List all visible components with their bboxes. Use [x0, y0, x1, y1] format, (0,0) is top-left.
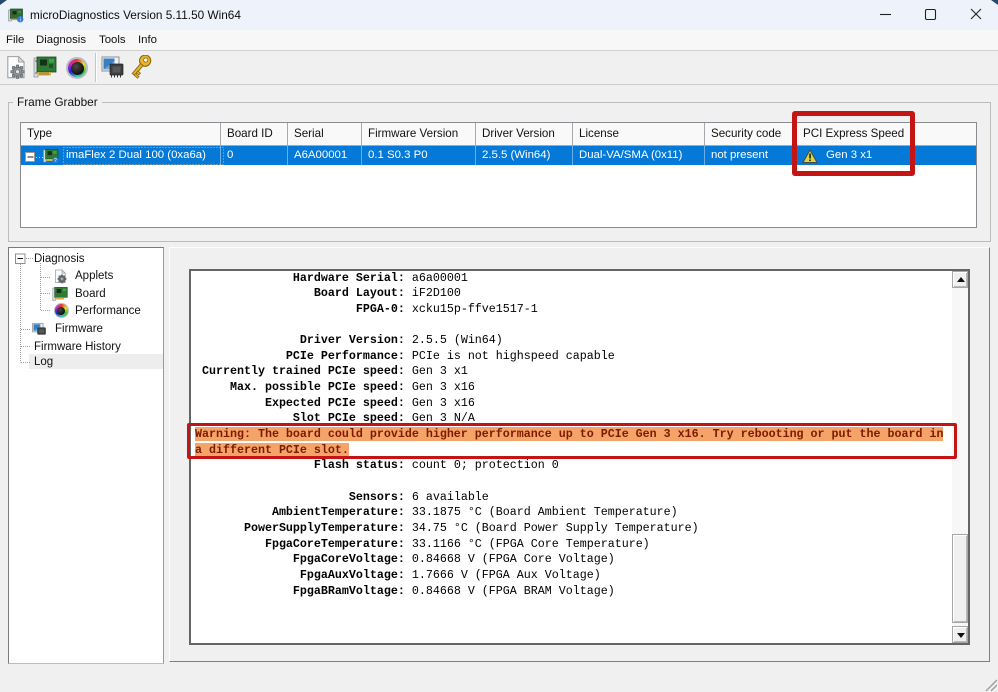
svg-text:?: ? [54, 158, 57, 164]
svg-text:i: i [20, 17, 21, 23]
